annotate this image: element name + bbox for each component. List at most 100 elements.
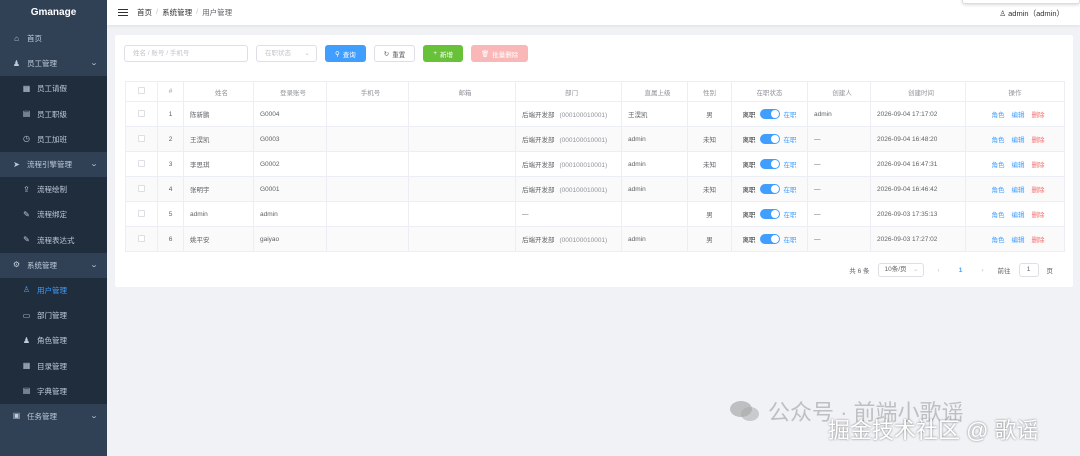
role-link[interactable]: 角色 [992, 184, 1005, 194]
cell-status: 离职 在职 [731, 101, 808, 127]
status-switch[interactable] [759, 134, 780, 144]
cell-account: admin [253, 201, 327, 227]
app-root: Gmanage ⌂ 首页 ♟ 员工管理 ⌄ ▦ 员工请假 ▤ 员工职级 ◷ 员工加班 ➤ 流程引擎管理 ⌄… [0, 0, 1080, 456]
sidebar-item[interactable]: ♟ 员工管理 ⌄ [0, 51, 107, 76]
edit-link[interactable]: 编辑 [1012, 184, 1025, 194]
dept-name: 后端开发部 [522, 137, 555, 144]
dept-name: 后端开发部 [522, 112, 555, 119]
edit-link[interactable]: 编辑 [1012, 109, 1025, 119]
breadcrumb-system[interactable]: 系统管理 [162, 7, 192, 18]
delete-link[interactable]: 删除 [1032, 134, 1045, 144]
status-switch[interactable] [759, 159, 780, 169]
delete-link[interactable]: 删除 [1032, 184, 1045, 194]
status-switch[interactable] [759, 109, 780, 119]
page-size-select[interactable]: 10条/页 ⌄ [877, 263, 924, 277]
sidebar-item[interactable]: ⌂ 首页 [0, 26, 107, 51]
row-index: 3 [157, 151, 184, 177]
sidebar-item-label: 系统管理 [27, 260, 57, 270]
page-number[interactable]: 1 [954, 267, 968, 274]
table-row[interactable]: 3 李思琪 G0002 后端开发部 (000100010001) admin 未知 离职 在职 —… [125, 151, 1065, 177]
sidebar-item[interactable]: ➤ 流程引擎管理 ⌄ [0, 152, 107, 177]
row-checkbox[interactable] [125, 226, 158, 252]
delete-link[interactable]: 删除 [1032, 109, 1045, 119]
main-card: 姓名 / 账号 / 手机号 在职状态 ⌄ ⚲ 查询 ↻ 重置 + 新增 🗑 批量删除 # 姓… [115, 35, 1073, 287]
sidebar-item[interactable]: ♟ 角色管理 [0, 328, 107, 354]
row-checkbox[interactable] [125, 201, 158, 227]
user-name: admin（admin） [1008, 9, 1064, 18]
sidebar-item-label: 员工管理 [27, 59, 57, 69]
status-off-label: 离职 [742, 162, 756, 169]
row-checkbox[interactable] [125, 151, 158, 177]
status-switch[interactable] [759, 209, 780, 219]
user-icon: ♙ [22, 285, 31, 295]
cell-name: admin [183, 201, 254, 227]
sidebar-item[interactable]: ♙ 用户管理 [0, 277, 107, 304]
delete-link[interactable]: 删除 [1032, 209, 1045, 219]
sidebar-item[interactable]: ✎ 流程表达式 [0, 227, 107, 253]
dept-name: — [522, 210, 529, 218]
edit-link[interactable]: 编辑 [1012, 209, 1025, 219]
next-page-icon[interactable]: › [976, 267, 990, 274]
goto-page-input[interactable]: 1 [1018, 263, 1039, 277]
cell-creator: — [807, 201, 871, 227]
role-icon: ♟ [22, 335, 31, 345]
sidebar-item[interactable]: ▦ 目录管理 [0, 353, 107, 379]
edit-link[interactable]: 编辑 [1012, 234, 1025, 244]
delete-link[interactable]: 删除 [1032, 234, 1045, 244]
role-link[interactable]: 角色 [992, 134, 1005, 144]
reset-button[interactable]: ↻ 重置 [373, 45, 416, 62]
watermark-juejin: 掘金技术社区 @ 歌谣 [828, 418, 1039, 443]
table-row[interactable]: 2 王淏凯 G0003 后端开发部 (000100010001) admin 未知 离职 在职 —… [125, 126, 1065, 152]
sidebar-item[interactable]: ▭ 部门管理 [0, 303, 107, 329]
sidebar-item[interactable]: ▤ 字典管理 [0, 378, 107, 404]
cell-creator: admin [807, 101, 871, 127]
row-checkbox[interactable] [125, 101, 158, 127]
role-link[interactable]: 角色 [992, 159, 1005, 169]
sidebar-item-label: 首页 [27, 34, 42, 44]
row-checkbox[interactable] [125, 176, 158, 202]
sidebar-item[interactable]: ⇪ 流程绘制 [0, 177, 107, 203]
edit-link[interactable]: 编辑 [1012, 134, 1025, 144]
table-row[interactable]: 5 admin admin — 男离职 在职 —2026-09-03 17:35:13 角色编… [125, 201, 1065, 227]
table-row[interactable]: 4 张明宇 G0001 后端开发部 (000100010001) admin 未知 离职 在职 —… [125, 176, 1065, 202]
role-link[interactable]: 角色 [992, 109, 1005, 119]
sidebar-item[interactable]: ▣ 任务管理 ⌄ [0, 404, 107, 429]
sidebar-item[interactable]: ▤ 员工职级 [0, 101, 107, 127]
user-menu[interactable]: ♙ admin（admin） [999, 8, 1064, 19]
search-icon: ⚲ [335, 50, 340, 58]
cell-gender: 未知 [687, 151, 732, 177]
cell-name: 张明宇 [183, 176, 254, 202]
sidebar-item-label: 员工加班 [37, 134, 67, 144]
status-select[interactable]: 在职状态 ⌄ [256, 45, 317, 62]
prev-page-icon[interactable]: ‹ [932, 267, 946, 274]
cell-status: 离职 在职 [731, 226, 808, 252]
status-switch[interactable] [759, 234, 780, 244]
table-row[interactable]: 1 陈新鹏 G0004 后端开发部 (000100010001) 王淏凯男 离职 在职 admi… [125, 101, 1065, 127]
chevron-down-icon: ⌄ [304, 50, 310, 57]
query-button[interactable]: ⚲ 查询 [325, 45, 366, 62]
task-icon: ▣ [12, 411, 21, 421]
cell-ops: 角色 编辑 删除 [965, 126, 1065, 152]
status-switch[interactable] [759, 184, 780, 194]
row-checkbox[interactable] [125, 126, 158, 152]
search-input[interactable]: 姓名 / 账号 / 手机号 [124, 45, 248, 62]
hamburger-icon[interactable] [118, 8, 128, 17]
breadcrumb-home[interactable]: 首页 [137, 7, 152, 18]
sidebar-item[interactable]: ▦ 员工请假 [0, 76, 107, 102]
chevron-down-icon: ⌄ [89, 160, 99, 168]
batch-delete-button[interactable]: 🗑 批量删除 [471, 45, 529, 62]
role-link[interactable]: 角色 [992, 234, 1005, 244]
cell-created: 2026-09-03 17:35:13 [870, 201, 966, 227]
add-button[interactable]: + 新增 [423, 45, 464, 62]
sidebar-item[interactable]: ◷ 员工加班 [0, 126, 107, 152]
select-all-checkbox[interactable] [125, 81, 158, 102]
delete-link[interactable]: 删除 [1032, 159, 1045, 169]
sidebar-item[interactable]: ✎ 流程绑定 [0, 202, 107, 228]
cell-phone [326, 176, 409, 202]
sidebar-item[interactable]: ⚙ 系统管理 ⌄ [0, 253, 107, 278]
role-link[interactable]: 角色 [992, 209, 1005, 219]
edit-link[interactable]: 编辑 [1012, 159, 1025, 169]
cell-account: G0004 [253, 101, 327, 127]
table-row[interactable]: 6 姚平安 gaiyao 后端开发部 (000100010001) admin 男 离职 在职 —… [125, 226, 1065, 252]
cell-leader: admin [621, 176, 688, 202]
